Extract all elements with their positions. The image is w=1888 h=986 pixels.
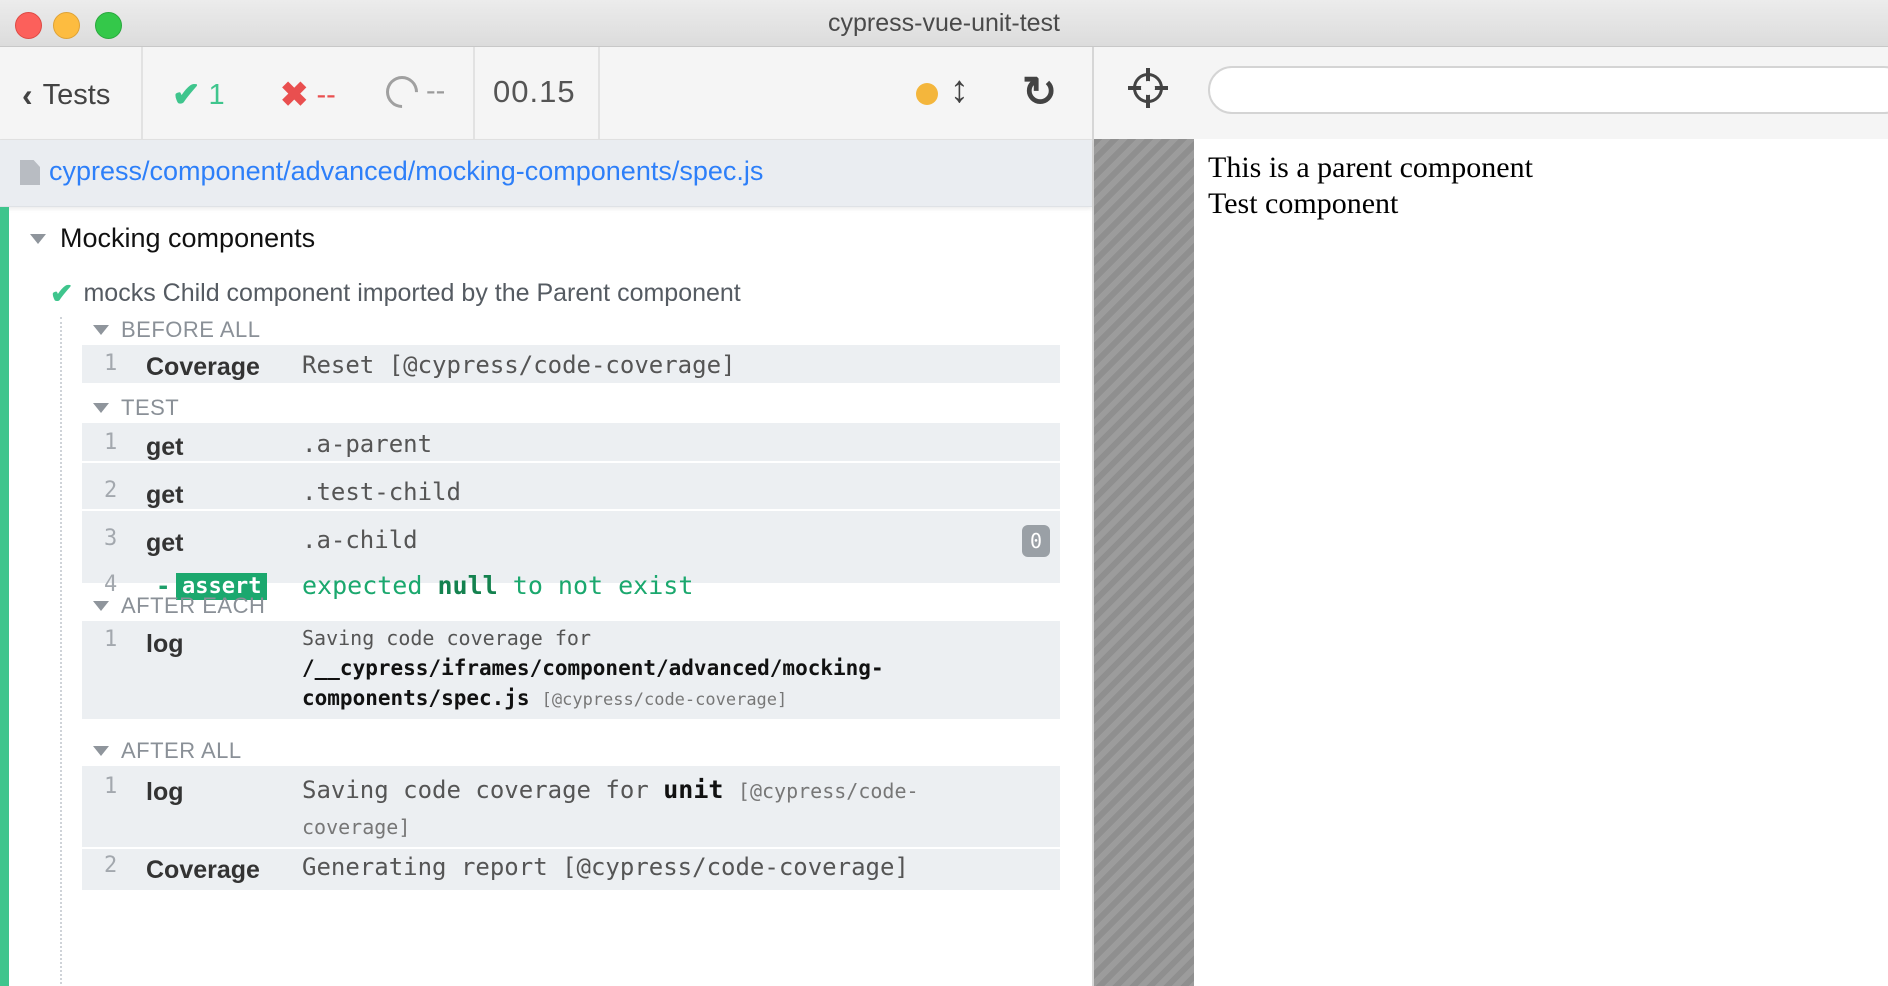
- pending-value: --: [426, 75, 446, 107]
- command-message: Generating report [@cypress/code-coverag…: [302, 853, 909, 881]
- reload-icon[interactable]: ↻: [1022, 67, 1057, 116]
- command-number: 3: [104, 526, 118, 551]
- hook-before-all[interactable]: BEFORE ALL: [93, 317, 261, 343]
- passed-value: 1: [208, 78, 225, 111]
- command-name[interactable]: Coverage: [146, 856, 260, 885]
- chevron-left-icon: ‹: [22, 77, 33, 113]
- log-text: Saving code coverage for: [302, 776, 649, 804]
- collapse-triangle-icon: [93, 325, 109, 335]
- divider: [598, 47, 600, 139]
- hook-after-all[interactable]: AFTER ALL: [93, 738, 242, 764]
- title-bar: cypress-vue-unit-test: [0, 0, 1888, 47]
- log-suffix: [@cypress/code-coverage]: [541, 690, 788, 710]
- suite-title[interactable]: Mocking components: [30, 223, 315, 254]
- resize-icon[interactable]: ↕: [950, 69, 969, 112]
- assert-message: expected null to not exist: [302, 571, 693, 600]
- suite-title-text: Mocking components: [60, 223, 316, 253]
- back-label: Tests: [42, 79, 111, 111]
- hook-label: AFTER ALL: [121, 738, 242, 763]
- pending-count: --: [379, 68, 446, 115]
- row-divider: [82, 509, 1060, 511]
- suite-status-bar: [0, 207, 9, 986]
- window-title: cypress-vue-unit-test: [827, 9, 1061, 37]
- command-name[interactable]: get: [146, 433, 184, 462]
- running-indicator: [916, 83, 938, 105]
- collapse-triangle-icon: [93, 746, 109, 756]
- command-message: .a-child: [302, 526, 418, 554]
- row-divider: [82, 461, 1060, 463]
- log-line: /__cypress/iframes/component/advanced/mo…: [302, 656, 884, 680]
- command-name[interactable]: log: [146, 778, 184, 807]
- crosshair-center: [1141, 81, 1155, 95]
- command-name[interactable]: get: [146, 529, 184, 558]
- failed-count: ✖ --: [280, 75, 336, 115]
- check-icon: ✔: [50, 278, 74, 309]
- collapse-triangle-icon: [30, 233, 46, 244]
- hook-test[interactable]: TEST: [93, 395, 179, 421]
- log-message: Saving code coverage for /__cypress/ifra…: [302, 623, 884, 715]
- spinner-icon: [379, 68, 425, 115]
- test-component-text: Test component: [1208, 187, 1399, 220]
- command-name: Coverage: [146, 353, 260, 381]
- log-suffix: coverage]: [302, 815, 411, 839]
- hook-label: TEST: [121, 395, 180, 420]
- hook-guide-line: [60, 317, 62, 984]
- command-number: 2: [104, 853, 118, 878]
- reporter-panel: ‹ Tests ✔ 1 ✖ -- -- 00.15 ↕ ↻ cypress/co…: [0, 47, 1094, 986]
- x-icon: ✖: [280, 76, 309, 114]
- divider: [473, 47, 475, 139]
- hook-label: AFTER EACH: [121, 593, 266, 618]
- test-title[interactable]: ✔ mocks Child component imported by the …: [50, 277, 741, 310]
- assert-msg-value: null: [437, 571, 498, 600]
- command-message: .a-parent: [302, 430, 433, 458]
- parent-component-text: This is a parent component: [1208, 151, 1533, 184]
- runnable-suite: Mocking components ✔ mocks Child compone…: [0, 207, 1090, 986]
- log-message: Saving code coverage for unit [@cypress/…: [302, 772, 919, 845]
- app-window: cypress-vue-unit-test ‹ Tests ✔ 1 ✖ -- -…: [0, 0, 1888, 986]
- aut-background-strip: [1094, 139, 1194, 986]
- test-title-text: mocks Child component imported by the Pa…: [83, 279, 741, 307]
- back-to-tests-link[interactable]: ‹ Tests: [22, 77, 110, 114]
- collapse-triangle-icon: [93, 601, 109, 611]
- command-group: 1 log Saving code coverage for unit [@cy…: [82, 766, 1060, 890]
- command-number: 1: [104, 430, 118, 455]
- check-icon: ✔: [172, 76, 201, 114]
- command-row[interactable]: 1 log Saving code coverage for /__cypres…: [82, 621, 1060, 719]
- command-number: 1: [104, 774, 118, 799]
- collapse-triangle-icon: [93, 403, 109, 413]
- hook-label: BEFORE ALL: [121, 317, 261, 342]
- reporter-header: ‹ Tests ✔ 1 ✖ -- -- 00.15 ↕ ↻: [0, 47, 1092, 140]
- hook-after-each[interactable]: AFTER EACH: [93, 593, 265, 619]
- duration-timer: 00.15: [493, 74, 576, 109]
- spec-path-link[interactable]: cypress/component/advanced/mocking-compo…: [49, 156, 763, 187]
- row-divider: [82, 847, 1060, 849]
- log-bold: unit: [663, 775, 724, 804]
- failed-value: --: [316, 78, 336, 111]
- command-number: 1: [104, 627, 118, 652]
- aut-header: [1094, 47, 1888, 140]
- aut-url-input[interactable]: [1208, 66, 1888, 114]
- command-name: log: [146, 630, 184, 658]
- divider: [141, 47, 143, 139]
- assert-msg-pre: expected: [302, 571, 423, 600]
- element-count-badge: 0: [1022, 525, 1050, 557]
- passed-count: ✔ 1: [172, 75, 225, 115]
- command-row[interactable]: 1 Coverage Reset [@cypress/code-coverage…: [82, 345, 1060, 383]
- log-line: Saving code coverage for: [302, 626, 591, 650]
- command-name[interactable]: get: [146, 481, 184, 510]
- assert-msg-post: to not exist: [512, 571, 694, 600]
- selector-playground-icon[interactable]: [1128, 68, 1168, 108]
- command-number: 1: [104, 351, 118, 376]
- aut-iframe: This is a parent component Test componen…: [1194, 139, 1888, 986]
- log-line: components/spec.js: [302, 686, 530, 710]
- command-message: .test-child: [302, 478, 461, 506]
- log-suffix: [@cypress/code-: [737, 779, 919, 803]
- command-number: 2: [104, 478, 118, 503]
- file-icon: [20, 160, 40, 185]
- command-group: 1 get .a-parent 2 get .test-child 3 get …: [82, 423, 1060, 600]
- command-message: Reset [@cypress/code-coverage]: [302, 351, 736, 379]
- spec-bar: cypress/component/advanced/mocking-compo…: [0, 140, 1092, 207]
